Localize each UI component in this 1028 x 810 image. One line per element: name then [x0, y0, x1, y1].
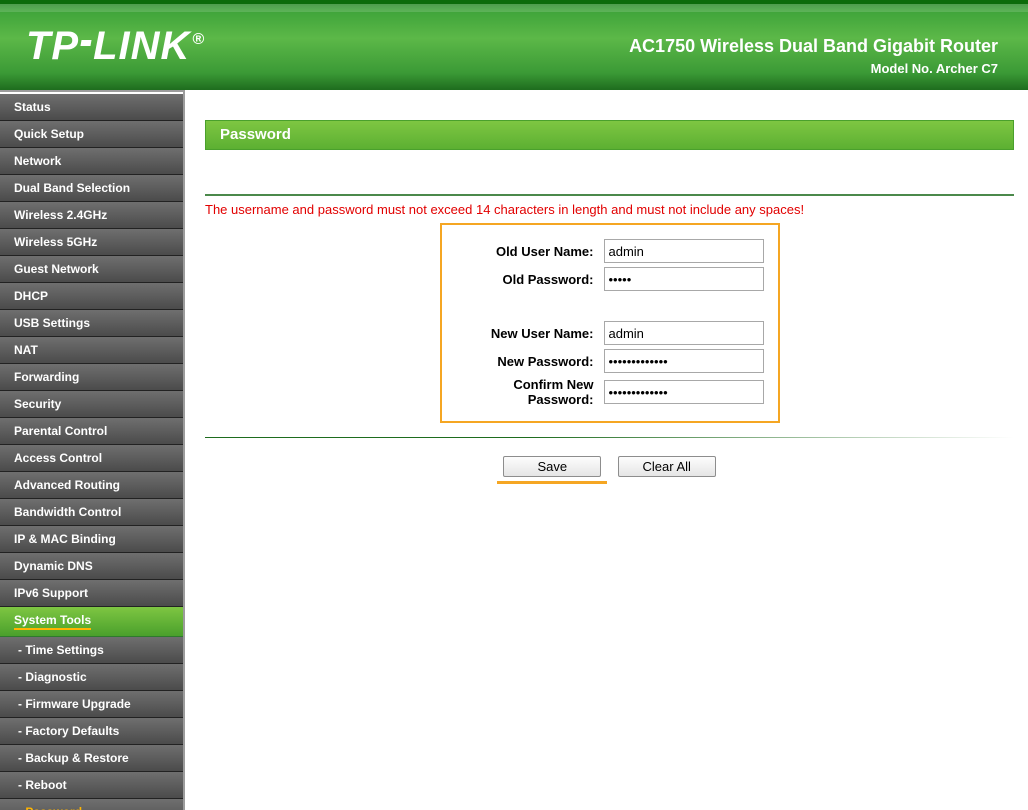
- new-user-input[interactable]: [604, 321, 764, 345]
- old-user-input[interactable]: [604, 239, 764, 263]
- sidebar-item-network[interactable]: Network: [0, 148, 183, 175]
- sidebar-item-usb[interactable]: USB Settings: [0, 310, 183, 337]
- sidebar-item-wireless-5[interactable]: Wireless 5GHz: [0, 229, 183, 256]
- old-user-label: Old User Name:: [456, 244, 604, 259]
- password-form: Old User Name: Old Password: New User Na…: [440, 223, 780, 423]
- sidebar-item-reboot[interactable]: - Reboot: [0, 772, 183, 799]
- sidebar-item-access[interactable]: Access Control: [0, 445, 183, 472]
- sidebar-item-nat[interactable]: NAT: [0, 337, 183, 364]
- new-user-label: New User Name:: [456, 326, 604, 341]
- sidebar-item-forwarding[interactable]: Forwarding: [0, 364, 183, 391]
- confirm-pass-label: Confirm New Password:: [456, 377, 604, 407]
- product-title: AC1750 Wireless Dual Band Gigabit Router: [629, 36, 998, 57]
- sidebar-item-firmware[interactable]: - Firmware Upgrade: [0, 691, 183, 718]
- sidebar-item-ipv6[interactable]: IPv6 Support: [0, 580, 183, 607]
- sidebar-item-password[interactable]: - Password: [0, 799, 183, 810]
- sidebar-item-wireless-24[interactable]: Wireless 2.4GHz: [0, 202, 183, 229]
- confirm-pass-input[interactable]: [604, 380, 764, 404]
- clear-all-button[interactable]: Clear All: [618, 456, 716, 477]
- warning-text: The username and password must not excee…: [205, 202, 1014, 217]
- sidebar: Status Quick Setup Network Dual Band Sel…: [0, 90, 185, 810]
- brand-dash-icon: [81, 40, 92, 46]
- sidebar-item-bandwidth[interactable]: Bandwidth Control: [0, 499, 183, 526]
- sidebar-item-system-tools[interactable]: System Tools: [0, 607, 183, 637]
- sidebar-item-security[interactable]: Security: [0, 391, 183, 418]
- old-pass-label: Old Password:: [456, 272, 604, 287]
- sidebar-item-parental[interactable]: Parental Control: [0, 418, 183, 445]
- new-pass-label: New Password:: [456, 354, 604, 369]
- brand-logo: TP LINK ®: [26, 24, 205, 69]
- sidebar-item-quick-setup[interactable]: Quick Setup: [0, 121, 183, 148]
- sidebar-item-backup[interactable]: - Backup & Restore: [0, 745, 183, 772]
- sidebar-item-diagnostic[interactable]: - Diagnostic: [0, 664, 183, 691]
- sidebar-item-dual-band[interactable]: Dual Band Selection: [0, 175, 183, 202]
- main-content: Password The username and password must …: [185, 90, 1028, 810]
- product-info: AC1750 Wireless Dual Band Gigabit Router…: [629, 36, 998, 76]
- sidebar-item-guest-network[interactable]: Guest Network: [0, 256, 183, 283]
- sidebar-item-dhcp[interactable]: DHCP: [0, 283, 183, 310]
- header-bar: TP LINK ® AC1750 Wireless Dual Band Giga…: [0, 0, 1028, 90]
- sidebar-item-ddns[interactable]: Dynamic DNS: [0, 553, 183, 580]
- product-model: Model No. Archer C7: [629, 61, 998, 76]
- sidebar-item-time[interactable]: - Time Settings: [0, 637, 183, 664]
- new-pass-input[interactable]: [604, 349, 764, 373]
- button-row: Save Clear All: [205, 456, 1014, 484]
- sidebar-item-factory[interactable]: - Factory Defaults: [0, 718, 183, 745]
- page-title: Password: [205, 120, 1014, 150]
- sidebar-item-ip-mac[interactable]: IP & MAC Binding: [0, 526, 183, 553]
- sidebar-item-adv-routing[interactable]: Advanced Routing: [0, 472, 183, 499]
- save-button[interactable]: Save: [503, 456, 601, 477]
- old-pass-input[interactable]: [604, 267, 764, 291]
- sidebar-item-status[interactable]: Status: [0, 94, 183, 121]
